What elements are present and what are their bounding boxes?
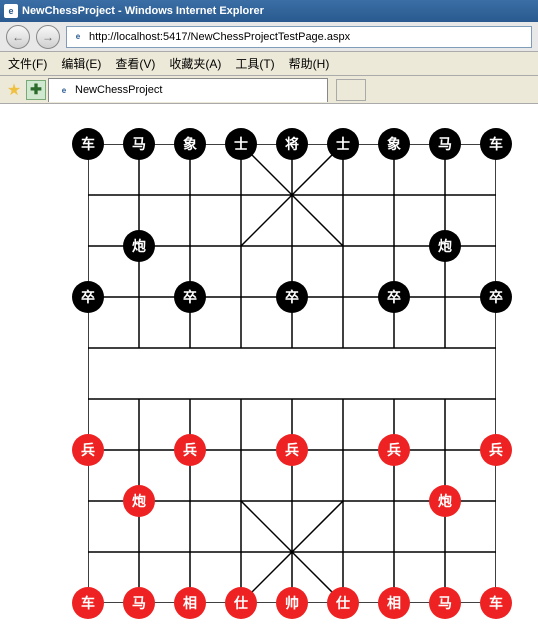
piece-black-0-8[interactable]: 车 [480, 128, 512, 160]
piece-black-3-2[interactable]: 卒 [174, 281, 206, 313]
tab-ie-icon: e [57, 83, 71, 97]
piece-red-9-2[interactable]: 相 [174, 587, 206, 619]
piece-red-9-0[interactable]: 车 [72, 587, 104, 619]
piece-red-9-6[interactable]: 相 [378, 587, 410, 619]
menu-bar: 文件(F) 编辑(E) 查看(V) 收藏夹(A) 工具(T) 帮助(H) [0, 52, 538, 76]
piece-red-7-1[interactable]: 炮 [123, 485, 155, 517]
piece-black-0-3[interactable]: 士 [225, 128, 257, 160]
piece-black-3-4[interactable]: 卒 [276, 281, 308, 313]
page-icon: e [71, 30, 85, 44]
piece-black-0-7[interactable]: 马 [429, 128, 461, 160]
piece-red-9-8[interactable]: 车 [480, 587, 512, 619]
menu-view[interactable]: 查看(V) [115, 55, 155, 72]
favorites-star-icon[interactable]: ★ [4, 80, 24, 100]
piece-red-9-3[interactable]: 仕 [225, 587, 257, 619]
menu-tools[interactable]: 工具(T) [235, 55, 274, 72]
menu-favorites[interactable]: 收藏夹(A) [169, 55, 221, 72]
menu-edit[interactable]: 编辑(E) [61, 55, 101, 72]
piece-red-6-6[interactable]: 兵 [378, 434, 410, 466]
piece-red-9-5[interactable]: 仕 [327, 587, 359, 619]
url-text: http://localhost:5417/NewChessProjectTes… [89, 31, 350, 43]
piece-black-3-0[interactable]: 卒 [72, 281, 104, 313]
back-button[interactable]: ← [6, 25, 30, 49]
add-favorite-button[interactable]: ✚ [26, 80, 46, 100]
piece-black-3-6[interactable]: 卒 [378, 281, 410, 313]
browser-tab[interactable]: e NewChessProject [48, 78, 328, 102]
new-tab-button[interactable] [336, 79, 366, 101]
piece-black-2-1[interactable]: 炮 [123, 230, 155, 262]
tab-title: NewChessProject [75, 84, 162, 96]
piece-red-6-8[interactable]: 兵 [480, 434, 512, 466]
piece-black-0-4[interactable]: 将 [276, 128, 308, 160]
piece-black-0-2[interactable]: 象 [174, 128, 206, 160]
piece-red-6-4[interactable]: 兵 [276, 434, 308, 466]
piece-black-0-1[interactable]: 马 [123, 128, 155, 160]
board-grid [88, 144, 496, 603]
piece-black-0-5[interactable]: 士 [327, 128, 359, 160]
piece-black-3-8[interactable]: 卒 [480, 281, 512, 313]
piece-red-9-7[interactable]: 马 [429, 587, 461, 619]
address-bar[interactable]: e http://localhost:5417/NewChessProjectT… [66, 26, 532, 48]
window-title: NewChessProject - Windows Internet Explo… [22, 5, 264, 17]
piece-black-2-7[interactable]: 炮 [429, 230, 461, 262]
tab-bar: ★ ✚ e NewChessProject [0, 76, 538, 104]
page-content: 车马象士将士象马车炮炮卒卒卒卒卒兵兵兵兵兵炮炮车马相仕帅仕相马车 [0, 104, 538, 630]
piece-red-9-1[interactable]: 马 [123, 587, 155, 619]
menu-file[interactable]: 文件(F) [8, 55, 47, 72]
piece-red-6-0[interactable]: 兵 [72, 434, 104, 466]
piece-black-0-6[interactable]: 象 [378, 128, 410, 160]
window-titlebar: e NewChessProject - Windows Internet Exp… [0, 0, 538, 22]
piece-red-6-2[interactable]: 兵 [174, 434, 206, 466]
ie-icon: e [4, 4, 18, 18]
forward-button[interactable]: → [36, 25, 60, 49]
piece-red-9-4[interactable]: 帅 [276, 587, 308, 619]
piece-black-0-0[interactable]: 车 [72, 128, 104, 160]
menu-help[interactable]: 帮助(H) [289, 55, 330, 72]
piece-red-7-7[interactable]: 炮 [429, 485, 461, 517]
nav-toolbar: ← → e http://localhost:5417/NewChessProj… [0, 22, 538, 52]
xiangqi-board[interactable]: 车马象士将士象马车炮炮卒卒卒卒卒兵兵兵兵兵炮炮车马相仕帅仕相马车 [88, 144, 496, 603]
